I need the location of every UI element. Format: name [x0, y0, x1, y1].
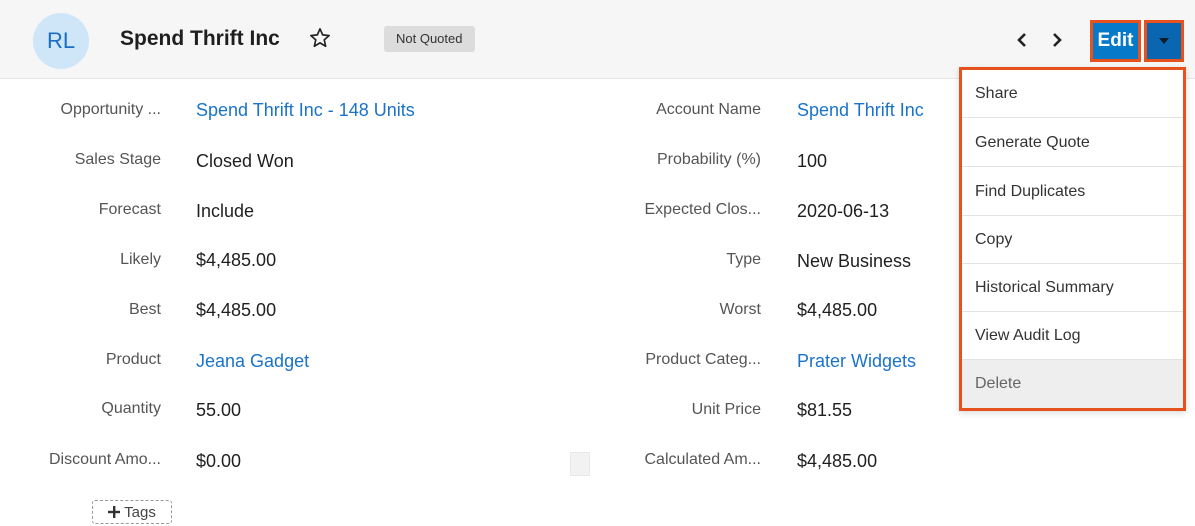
- menu-item-generate-quote[interactable]: Generate Quote: [962, 119, 1183, 167]
- field-label-account-name: Account Name: [656, 101, 761, 118]
- field-label-type: Type: [726, 251, 761, 268]
- field-value-product[interactable]: Jeana Gadget: [196, 351, 309, 372]
- chevron-left-icon[interactable]: [1013, 31, 1031, 49]
- field-label-discount-amount: Discount Amo...: [48, 451, 161, 468]
- status-badge: Not Quoted: [384, 26, 475, 52]
- field-value-opportunity[interactable]: Spend Thrift Inc - 148 Units: [196, 100, 415, 121]
- actions-dropdown-menu: Share Generate Quote Find Duplicates Cop…: [959, 67, 1186, 411]
- field-value-discount-amount[interactable]: $0.00: [196, 451, 241, 472]
- field-value-calculated-amount[interactable]: $4,485.00: [797, 451, 877, 472]
- field-label-calculated-amount: Calculated Am...: [644, 451, 762, 468]
- add-tags-button[interactable]: Tags: [92, 500, 172, 524]
- star-outline-icon[interactable]: [309, 27, 331, 49]
- field-label-likely: Likely: [120, 251, 161, 268]
- field-label-expected-close: Expected Clos...: [644, 201, 762, 218]
- column-spacer: [570, 452, 590, 476]
- add-tags-label: Tags: [124, 503, 156, 521]
- field-value-type[interactable]: New Business: [797, 251, 911, 272]
- field-label-worst: Worst: [719, 301, 761, 318]
- actions-menu-button[interactable]: [1144, 20, 1184, 62]
- field-label-probability: Probability (%): [656, 151, 761, 168]
- field-label-quantity: Quantity: [101, 400, 161, 417]
- menu-item-view-audit-log[interactable]: View Audit Log: [962, 312, 1183, 360]
- chevron-right-icon[interactable]: [1048, 31, 1066, 49]
- menu-item-copy[interactable]: Copy: [962, 216, 1183, 264]
- field-value-sales-stage[interactable]: Closed Won: [196, 151, 294, 172]
- field-label-best: Best: [128, 301, 161, 318]
- page-title: Spend Thrift Inc: [120, 27, 280, 50]
- menu-item-historical-summary[interactable]: Historical Summary: [962, 264, 1183, 312]
- field-value-probability[interactable]: 100: [797, 151, 827, 172]
- field-value-unit-price[interactable]: $81.55: [797, 400, 852, 421]
- plus-icon: [108, 506, 121, 518]
- field-value-account-name[interactable]: Spend Thrift Inc: [797, 100, 924, 121]
- field-label-opportunity: Opportunity ...: [60, 101, 162, 118]
- field-label-product: Product: [105, 351, 161, 368]
- menu-item-find-duplicates[interactable]: Find Duplicates: [962, 168, 1183, 216]
- field-value-likely[interactable]: $4,485.00: [196, 250, 276, 271]
- edit-button[interactable]: Edit: [1090, 20, 1141, 62]
- field-value-forecast[interactable]: Include: [196, 201, 254, 222]
- field-value-best[interactable]: $4,485.00: [196, 300, 276, 321]
- menu-item-delete[interactable]: Delete: [962, 360, 1183, 408]
- field-label-sales-stage: Sales Stage: [74, 151, 161, 168]
- field-value-worst[interactable]: $4,485.00: [797, 300, 877, 321]
- menu-item-share[interactable]: Share: [962, 70, 1183, 118]
- field-label-unit-price: Unit Price: [691, 401, 761, 418]
- field-value-quantity[interactable]: 55.00: [196, 400, 241, 421]
- field-label-product-category: Product Categ...: [645, 351, 761, 368]
- caret-down-icon: [1159, 38, 1169, 44]
- field-value-expected-close[interactable]: 2020-06-13: [797, 201, 889, 222]
- avatar: RL: [33, 13, 89, 69]
- edit-button-label: Edit: [1097, 30, 1134, 51]
- field-value-product-category[interactable]: Prater Widgets: [797, 351, 916, 372]
- avatar-initials: RL: [46, 28, 76, 53]
- field-label-forecast: Forecast: [98, 201, 161, 218]
